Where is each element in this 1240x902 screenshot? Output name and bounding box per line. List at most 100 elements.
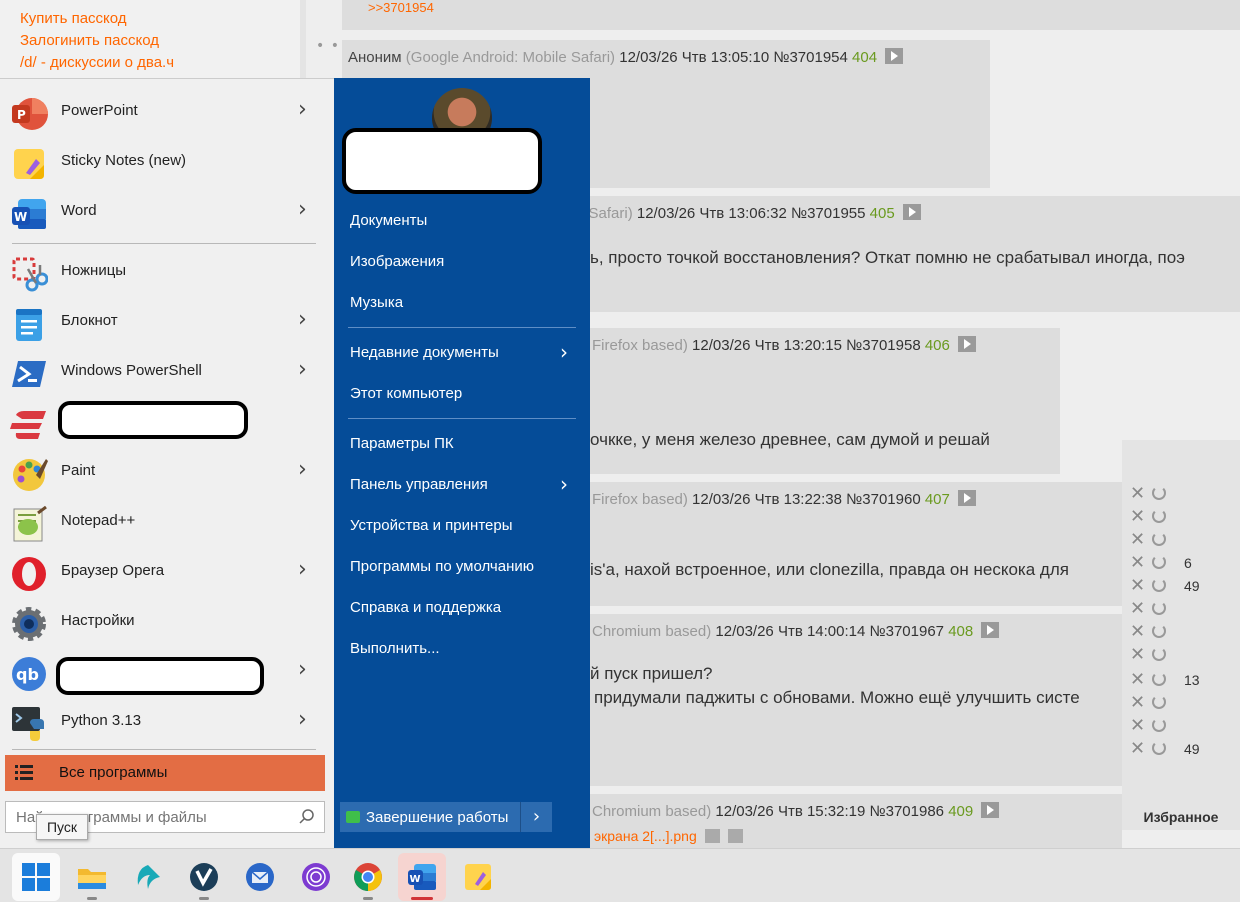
refresh-icon[interactable]	[1152, 555, 1166, 569]
documents-link[interactable]: Документы	[350, 212, 427, 229]
buy-passcode-link[interactable]: Купить пасскод	[0, 8, 300, 30]
app-settings[interactable]: Настройки	[0, 597, 334, 645]
chevron-right-icon[interactable]: ›	[298, 99, 307, 121]
app-notepadpp[interactable]: Notepad++	[0, 497, 334, 545]
help-support-link[interactable]: Справка и поддержка	[350, 599, 501, 616]
all-programs-button[interactable]: Все программы	[5, 755, 325, 791]
login-passcode-link[interactable]: Залогинить пасскод	[0, 30, 300, 52]
expand-icon[interactable]	[958, 490, 977, 506]
app-opera[interactable]: Браузер Opera ›	[0, 547, 334, 595]
taskbar-chrome[interactable]	[344, 853, 392, 901]
refresh-icon[interactable]	[1152, 672, 1166, 686]
post-date: 12/03/26 Чтв 14:00:14	[715, 623, 866, 640]
post-number[interactable]: №3701960	[846, 491, 921, 508]
expand-icon[interactable]	[958, 336, 977, 352]
refresh-icon[interactable]	[1152, 624, 1166, 638]
taskbar-vivaldi[interactable]	[180, 853, 228, 901]
chevron-right-icon[interactable]: ›	[298, 709, 307, 731]
remove-icon[interactable]: ✕	[1130, 530, 1145, 550]
image-search-icon[interactable]	[704, 829, 720, 843]
download-icon[interactable]	[727, 829, 743, 843]
taskbar-sticky-notes[interactable]	[454, 853, 502, 901]
pc-settings-link[interactable]: Параметры ПК	[350, 435, 454, 452]
favorite-row: ✕ 49	[1130, 576, 1230, 596]
refresh-icon[interactable]	[1152, 647, 1166, 661]
pictures-link[interactable]: Изображения	[350, 253, 444, 270]
recent-documents-link[interactable]: Недавние документы	[350, 344, 499, 361]
post-number[interactable]: №3701986	[870, 803, 945, 820]
chevron-right-icon[interactable]: ›	[298, 309, 307, 331]
taskbar-tor-browser[interactable]	[292, 853, 340, 901]
app-sticky-notes[interactable]: Sticky Notes (new)	[0, 137, 334, 185]
post-number[interactable]: №3701967	[870, 623, 945, 640]
taskbar-file-explorer[interactable]	[68, 853, 116, 901]
refresh-icon[interactable]	[1152, 578, 1166, 592]
run-link[interactable]: Выполнить...	[350, 640, 440, 657]
shutdown-button[interactable]: Завершение работы	[340, 802, 520, 832]
post-date: 12/03/26 Чтв 13:22:38	[692, 491, 842, 508]
refresh-icon[interactable]	[1152, 509, 1166, 523]
chevron-right-icon[interactable]: ›	[298, 459, 307, 481]
remove-icon[interactable]: ✕	[1130, 507, 1145, 527]
attachment-link[interactable]: экрана 2[...].png	[594, 828, 697, 844]
chevron-right-icon[interactable]: ›	[298, 659, 307, 681]
refresh-icon[interactable]	[1152, 486, 1166, 500]
refresh-icon[interactable]	[1152, 741, 1166, 755]
remove-icon[interactable]: ✕	[1130, 576, 1145, 596]
refresh-icon[interactable]	[1152, 718, 1166, 732]
board-link[interactable]: /d/ - дискуссии о два.ч	[0, 52, 300, 74]
refresh-icon[interactable]	[1152, 695, 1166, 709]
app-word[interactable]: W Word ›	[0, 187, 334, 235]
remove-icon[interactable]: ✕	[1130, 716, 1145, 736]
app-paint[interactable]: Paint ›	[0, 447, 334, 495]
start-button[interactable]	[12, 853, 60, 901]
expand-icon[interactable]	[902, 204, 921, 220]
expand-icon[interactable]	[885, 48, 904, 64]
this-pc-link[interactable]: Этот компьютер	[350, 385, 462, 402]
app-redacted[interactable]: qb ›	[0, 647, 334, 695]
refresh-icon[interactable]	[1152, 601, 1166, 615]
app-powershell[interactable]: Windows PowerShell ›	[0, 347, 334, 395]
post-number[interactable]: №3701955	[791, 205, 866, 222]
devices-printers-link[interactable]: Устройства и принтеры	[350, 517, 512, 534]
chevron-right-icon[interactable]: ›	[298, 559, 307, 581]
music-link[interactable]: Музыка	[350, 294, 403, 311]
search-icon[interactable]	[298, 808, 316, 826]
shutdown-options-button[interactable]: ›	[520, 802, 552, 832]
remove-icon[interactable]: ✕	[1130, 645, 1145, 665]
remove-icon[interactable]: ✕	[1130, 670, 1145, 690]
app-powerpoint[interactable]: P PowerPoint ›	[0, 87, 334, 135]
favorite-count: 6	[1184, 555, 1192, 571]
remove-icon[interactable]: ✕	[1130, 484, 1145, 504]
default-programs-link[interactable]: Программы по умолчанию	[350, 558, 534, 575]
post-number[interactable]: №3701958	[846, 337, 921, 354]
expand-icon[interactable]	[981, 802, 1000, 818]
control-panel-link[interactable]: Панель управления	[350, 476, 488, 493]
app-label: Браузер Opera	[61, 562, 165, 579]
remove-icon[interactable]: ✕	[1130, 622, 1145, 642]
app-notepad[interactable]: Блокнот ›	[0, 297, 334, 345]
refresh-icon[interactable]	[1152, 532, 1166, 546]
app-snipping-tool[interactable]: Ножницы	[0, 247, 334, 295]
chevron-right-icon[interactable]: ›	[560, 472, 568, 496]
remove-icon[interactable]: ✕	[1130, 599, 1145, 619]
taskbar-app[interactable]	[124, 853, 172, 901]
remove-icon[interactable]: ✕	[1130, 739, 1145, 759]
settings-icon	[12, 607, 46, 641]
taskbar-word[interactable]: W	[398, 853, 446, 901]
remove-icon[interactable]: ✕	[1130, 553, 1145, 573]
powershell-icon	[12, 361, 46, 387]
taskbar-thunderbird[interactable]	[236, 853, 284, 901]
app-python[interactable]: Python 3.13 ›	[0, 697, 334, 745]
chevron-right-icon[interactable]: ›	[298, 199, 307, 221]
favorites-title[interactable]: Избранное	[1122, 804, 1240, 830]
post-date: 12/03/26 Чтв 13:06:32	[636, 205, 787, 222]
chevron-right-icon[interactable]: ›	[560, 340, 568, 364]
remove-icon[interactable]: ✕	[1130, 693, 1145, 713]
sticky-notes-icon	[14, 149, 44, 179]
reply-link[interactable]: >>3701954	[368, 0, 434, 15]
app-redacted[interactable]	[0, 397, 334, 445]
post-number[interactable]: №3701954	[773, 49, 848, 66]
chevron-right-icon[interactable]: ›	[298, 359, 307, 381]
expand-icon[interactable]	[981, 622, 1000, 638]
